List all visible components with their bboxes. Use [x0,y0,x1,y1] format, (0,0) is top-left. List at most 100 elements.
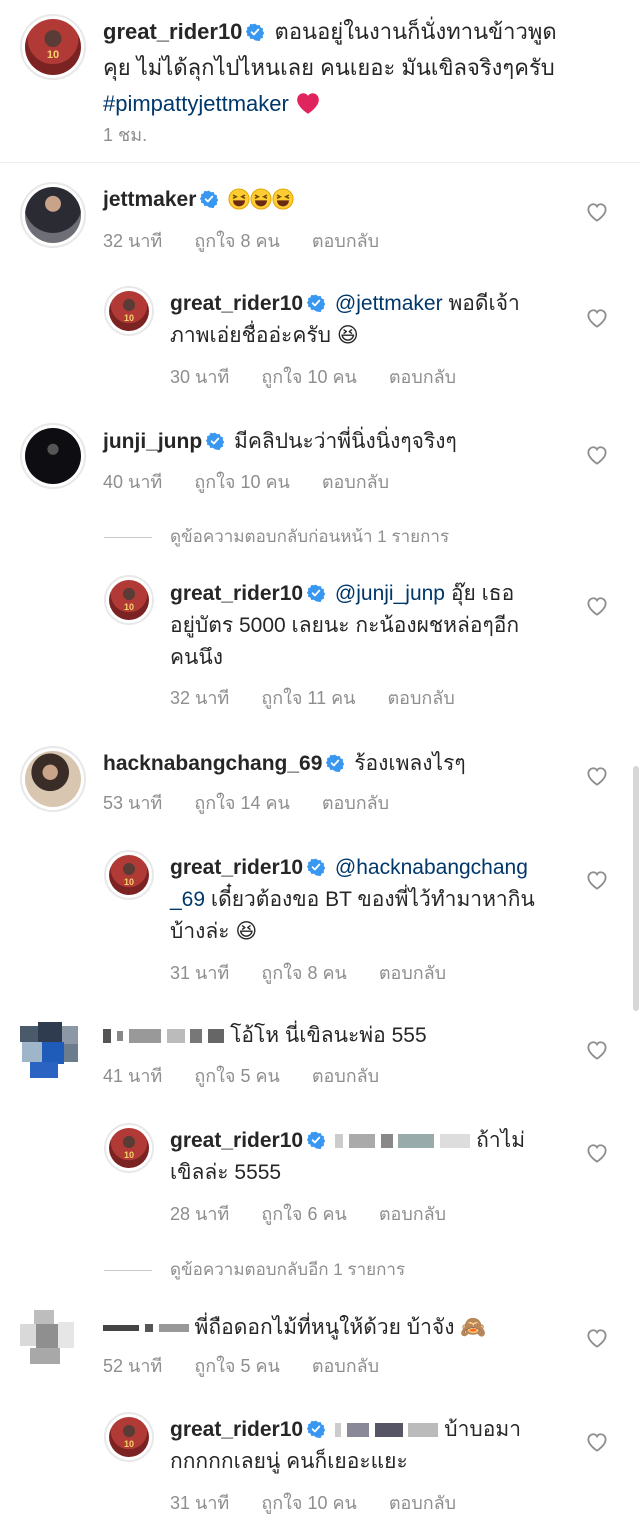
reply-button[interactable]: ตอบกลับ [312,1061,379,1090]
avatar-blurred[interactable] [20,1022,80,1080]
scrollbar[interactable] [633,766,639,1011]
like-heart-icon[interactable] [586,308,608,328]
laughing-emoji-icon [228,188,250,210]
avatar[interactable] [20,746,86,812]
mention-link[interactable]: @junji_junp [335,582,445,605]
reply-button[interactable]: ตอบกลับ [322,467,389,496]
hashtag-link[interactable]: #pimpattyjettmaker [103,91,289,116]
avatar[interactable] [20,423,86,489]
reply-text: great_rider10 @jettmaker พอดีเจ้า ภาพเอ่… [170,288,580,352]
avatar[interactable]: 10 [104,575,154,625]
reply-username[interactable]: great_rider10 [170,856,303,879]
avatar[interactable]: 10 [104,850,154,900]
likes-count[interactable]: ถูกใจ 8 คน [194,226,280,255]
reply-username[interactable]: great_rider10 [170,1129,303,1152]
comment-time: 32 นาที [103,231,163,251]
verified-badge-icon [307,1420,325,1438]
verified-badge-icon [206,432,224,450]
view-previous-replies[interactable]: ดูข้อความตอบกลับก่อนหน้า 1 รายการ [104,523,449,550]
reply-text: great_rider10 บ้าบอมา กกกกกเลยนู่ คนก็เย… [170,1414,580,1478]
comment-username[interactable]: jettmaker [103,188,196,211]
reply-username[interactable]: great_rider10 [170,582,303,605]
verified-badge-icon [307,1131,325,1149]
like-heart-icon[interactable] [586,1040,608,1060]
avatar[interactable]: 10 [20,14,86,80]
comment-meta: 52 นาที ถูกใจ 5 คน ตอบกลับ [103,1351,411,1380]
comment-text: junji_junp มีคลิปนะว่าพี่นิ่งนิ่งๆจริงๆ [103,426,573,458]
likes-count[interactable]: ถูกใจ 10 คน [194,467,290,496]
caption-username[interactable]: great_rider10 [103,19,242,44]
verified-badge-icon [307,294,325,312]
reply-text: great_rider10 ถ้าไม่ เขิลล่ะ 5555 [170,1125,580,1189]
comment-username[interactable]: hacknabangchang_69 [103,752,322,775]
reply-line1: บ้าบอมา [444,1418,521,1441]
reply-meta: 28 นาที ถูกใจ 6 คน ตอบกลับ [170,1199,478,1228]
avatar[interactable]: 10 [104,1412,154,1462]
like-heart-icon[interactable] [586,596,608,616]
reply-button[interactable]: ตอบกลับ [379,958,446,987]
verified-badge-icon [326,754,344,772]
reply-time: 30 นาที [170,367,230,387]
reply-line1: อุ๊ย เธอ [450,582,515,605]
reply-line3: คนนึง [170,646,224,669]
caption-time: 1 ชม. [103,125,148,145]
caption: 10 great_rider10 ตอนอยู่ในงานก็นั่งทานข้… [0,0,640,160]
comment-username[interactable]: junji_junp [103,430,202,453]
mention-link[interactable]: @hacknabangchang [335,856,528,879]
reply-line2: อยู่บัตร 5000 เลยนะ กะน้องผชหล่อๆอีก [170,614,520,637]
reply-time: 32 นาที [170,688,230,708]
verified-badge-icon [246,23,264,41]
reply-username[interactable]: great_rider10 [170,292,303,315]
reply-line2: เขิลล่ะ 5555 [170,1161,282,1184]
verified-badge-icon [307,858,325,876]
comment-time: 41 นาที [103,1066,163,1086]
reply-meta: 30 นาที ถูกใจ 10 คน ตอบกลับ [170,362,488,391]
comment-meta: 32 นาที ถูกใจ 8 คน ตอบกลับ [103,226,411,255]
comment-time: 40 นาที [103,472,163,492]
reply-button[interactable]: ตอบกลับ [379,1199,446,1228]
avatar[interactable]: 10 [104,286,154,336]
like-heart-icon[interactable] [586,445,608,465]
redacted-mention [334,1418,444,1441]
comment-body: โอ้โห นี่เขิลนะพ่อ 555 [230,1024,427,1047]
reply-time: 31 นาที [170,1493,230,1513]
reply-button[interactable]: ตอบกลับ [312,226,379,255]
likes-count[interactable]: ถูกใจ 6 คน [261,1199,347,1228]
likes-count[interactable]: ถูกใจ 8 คน [261,958,347,987]
comment-text: พี่ถือดอกไม้ที่หนูให้ด้วย บ้าจัง 🙈 [103,1312,573,1344]
caption-line1: ตอนอยู่ในงานก็นั่งทานข้าวพูด [274,19,557,44]
likes-count[interactable]: ถูกใจ 10 คน [261,362,357,391]
likes-count[interactable]: ถูกใจ 14 คน [194,788,290,817]
comment-meta: 53 นาที ถูกใจ 14 คน ตอบกลับ [103,788,421,817]
like-heart-icon[interactable] [586,1432,608,1452]
reply-button[interactable]: ตอบกลับ [389,362,456,391]
reply-button[interactable]: ตอบกลับ [387,683,454,712]
likes-count[interactable]: ถูกใจ 10 คน [261,1488,357,1517]
like-heart-icon[interactable] [586,1328,608,1348]
reply-button[interactable]: ตอบกลับ [322,788,389,817]
mention-link-cont[interactable]: _69 [170,888,205,911]
reply-username[interactable]: great_rider10 [170,1418,303,1441]
like-heart-icon[interactable] [586,870,608,890]
view-more-replies[interactable]: ดูข้อความตอบกลับอีก 1 รายการ [104,1256,405,1283]
laughing-emoji-icon [272,188,294,210]
redacted-mention [334,1129,476,1152]
reply-button[interactable]: ตอบกลับ [389,1488,456,1517]
likes-count[interactable]: ถูกใจ 5 คน [194,1061,280,1090]
comment-text: hacknabangchang_69 ร้องเพลงไรๆ [103,748,573,780]
mention-link[interactable]: @jettmaker [335,292,443,315]
like-heart-icon[interactable] [586,766,608,786]
reply-line1: พอดีเจ้า [448,292,520,315]
avatar[interactable]: 10 [104,1123,154,1173]
likes-count[interactable]: ถูกใจ 5 คน [194,1351,280,1380]
reply-time: 28 นาที [170,1204,230,1224]
avatar[interactable] [20,182,86,248]
reply-button[interactable]: ตอบกลับ [312,1351,379,1380]
avatar-blurred[interactable] [20,1310,76,1366]
caption-text: great_rider10 ตอนอยู่ในงานก็นั่งทานข้าวพ… [103,14,583,122]
reply-line2: เดี๋ยวต้องขอ BT ของพี่ไว้ทำมาหากิน [210,888,535,911]
likes-count[interactable]: ถูกใจ 11 คน [261,683,355,712]
like-heart-icon[interactable] [586,202,608,222]
comment-text: โอ้โห นี่เขิลนะพ่อ 555 [103,1020,573,1052]
like-heart-icon[interactable] [586,1143,608,1163]
